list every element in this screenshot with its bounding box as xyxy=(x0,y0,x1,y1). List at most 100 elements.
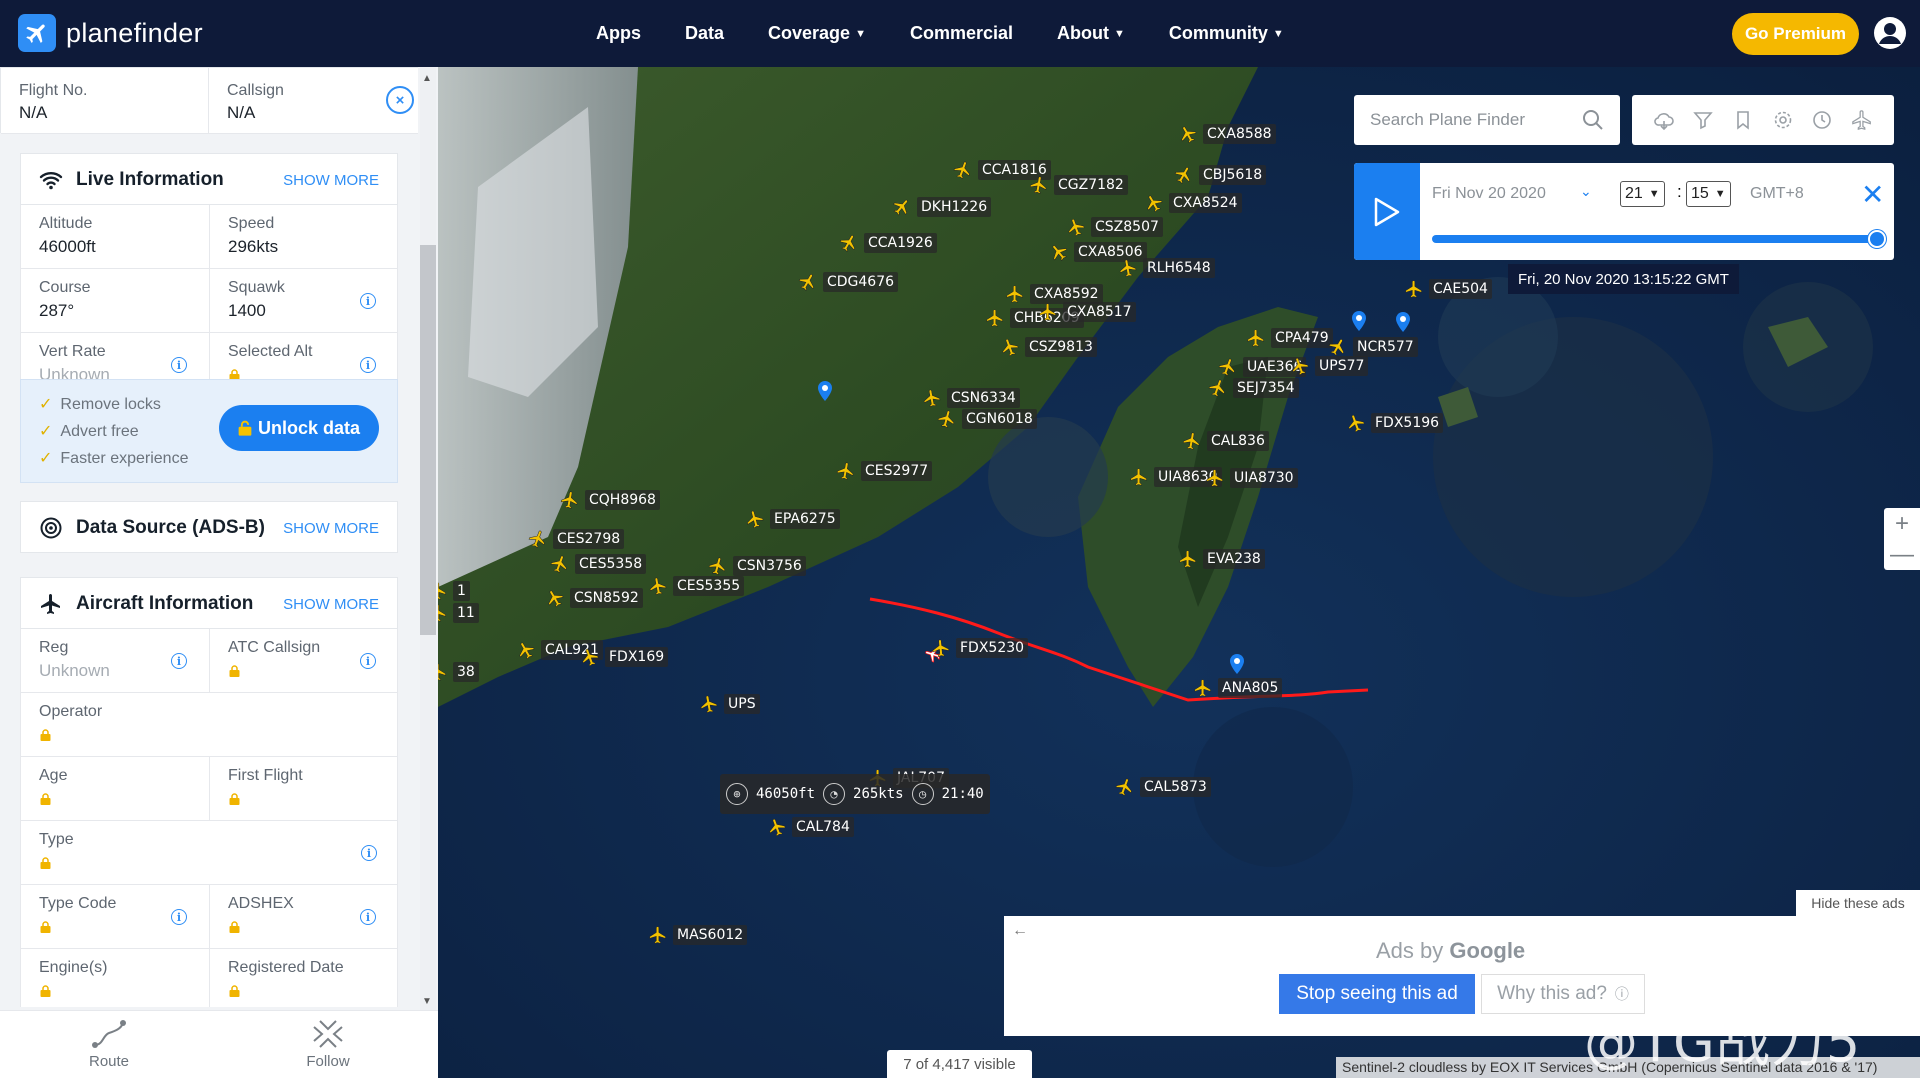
flight-marker[interactable]: CXA8588 xyxy=(1178,124,1276,144)
bookmark-icon[interactable] xyxy=(1732,109,1754,131)
flight-marker[interactable]: CPA479 xyxy=(1246,328,1333,348)
unlock-data-button[interactable]: Unlock data xyxy=(219,405,379,451)
user-account-icon[interactable] xyxy=(1873,16,1907,50)
live-information-show-more[interactable]: SHOW MORE xyxy=(283,172,379,189)
nav-commercial[interactable]: Commercial xyxy=(910,23,1013,44)
close-playback-icon[interactable]: ✕ xyxy=(1861,178,1884,211)
unlock-data-label: Unlock data xyxy=(257,417,361,438)
flight-marker[interactable]: RLH6548 xyxy=(1118,258,1215,278)
playback-slider-handle[interactable] xyxy=(1868,230,1886,248)
flight-marker[interactable]: ANA805 xyxy=(1193,678,1283,698)
info-icon[interactable]: i xyxy=(171,909,187,925)
flight-marker[interactable]: CSZ9813 xyxy=(1000,337,1097,357)
planefinder-logo[interactable]: planefinder xyxy=(18,14,203,52)
flight-marker[interactable]: CES5358 xyxy=(550,554,647,574)
flight-marker[interactable]: CGZ7182 xyxy=(1029,175,1128,195)
hide-ads-link[interactable]: Hide these ads xyxy=(1796,890,1920,916)
plane-icon xyxy=(1218,358,1235,377)
flight-marker[interactable]: UIA8730 xyxy=(1205,468,1298,488)
nav-community[interactable]: Community ▼ xyxy=(1169,23,1284,44)
flight-marker[interactable]: CES2798 xyxy=(528,529,625,549)
info-icon[interactable]: i xyxy=(171,653,187,669)
flight-marker[interactable]: CAE504 xyxy=(1404,279,1492,299)
info-icon[interactable]: i xyxy=(360,653,376,669)
hour-select[interactable]: 21 ▼ xyxy=(1620,181,1665,207)
flight-callsign: CGZ7182 xyxy=(1054,175,1128,195)
flight-marker[interactable]: 38 xyxy=(438,662,479,682)
play-button[interactable] xyxy=(1354,163,1420,260)
scroll-down-icon[interactable]: ▼ xyxy=(422,996,432,1007)
minute-select[interactable]: 15 ▼ xyxy=(1686,181,1731,207)
flight-marker[interactable]: FDX5230 xyxy=(931,638,1029,658)
filter-icon[interactable] xyxy=(1692,109,1714,131)
nav-apps[interactable]: Apps xyxy=(596,23,641,44)
flight-marker[interactable]: CGN6018 xyxy=(937,409,1037,429)
flight-marker[interactable]: MAS6012 xyxy=(648,925,748,945)
flight-marker[interactable]: CCA1926 xyxy=(839,233,937,253)
flight-marker[interactable]: CBJ5618 xyxy=(1174,165,1267,185)
sidebar-scrollbar-thumb[interactable] xyxy=(420,245,436,635)
back-arrow-icon[interactable]: ← xyxy=(1012,922,1028,940)
altitude-value: 46000ft xyxy=(39,237,96,256)
nav-coverage[interactable]: Coverage ▼ xyxy=(768,23,866,44)
flight-marker[interactable]: CAL784 xyxy=(767,817,854,837)
airport-pin-icon[interactable] xyxy=(818,381,832,401)
nav-about[interactable]: About ▼ xyxy=(1057,23,1125,44)
info-icon[interactable]: i xyxy=(171,357,187,373)
flight-marker[interactable]: EVA238 xyxy=(1178,549,1265,569)
flight-marker[interactable]: CES5355 xyxy=(648,576,745,596)
nav-data[interactable]: Data xyxy=(685,23,724,44)
flight-marker[interactable]: CAL5873 xyxy=(1115,777,1211,797)
flight-marker[interactable]: CXA8524 xyxy=(1144,193,1242,213)
airport-pin-icon[interactable] xyxy=(1352,311,1366,331)
flight-marker[interactable]: NCR577 xyxy=(1328,337,1418,357)
history-icon[interactable] xyxy=(1811,109,1833,131)
zoom-out-button[interactable]: — xyxy=(1884,539,1920,570)
route-button[interactable]: Route xyxy=(49,1017,169,1070)
info-icon[interactable]: i xyxy=(360,293,376,309)
flight-callsign: CXA8588 xyxy=(1203,124,1276,144)
flight-marker[interactable]: FDX5196 xyxy=(1346,413,1444,433)
chevron-down-icon[interactable]: ⌄ xyxy=(1580,183,1592,200)
flight-marker[interactable]: CES2977 xyxy=(836,461,933,481)
flight-marker[interactable]: DKH1226 xyxy=(892,197,992,217)
search-input[interactable] xyxy=(1370,95,1570,145)
search-icon[interactable] xyxy=(1582,109,1604,131)
ads-by-label: Ads by xyxy=(1376,938,1444,963)
stop-seeing-ad-button[interactable]: Stop seeing this ad xyxy=(1279,974,1475,1014)
info-icon[interactable]: i xyxy=(360,909,376,925)
flight-marker[interactable]: CSN6334 xyxy=(922,388,1020,408)
playback-slider[interactable] xyxy=(1432,235,1878,243)
flight-marker[interactable]: CXA8592 xyxy=(1005,284,1103,304)
flight-marker[interactable]: SEJ7354 xyxy=(1208,378,1299,398)
close-panel-button[interactable]: × xyxy=(386,86,414,114)
zoom-in-button[interactable]: + xyxy=(1884,508,1920,539)
playback-date[interactable]: Fri Nov 20 2020 xyxy=(1432,185,1546,203)
flight-marker[interactable]: UPS77 xyxy=(1290,356,1369,376)
gear-icon[interactable] xyxy=(1772,109,1794,131)
airport-pin-icon[interactable] xyxy=(1396,312,1410,332)
flight-marker[interactable]: UPS xyxy=(699,694,760,714)
flight-marker[interactable]: FDX169 xyxy=(580,647,669,667)
flight-marker[interactable]: CDG4676 xyxy=(798,272,899,292)
sidebar-content[interactable]: Flight No. N/A Callsign N/A × Live Infor… xyxy=(0,67,418,1007)
data-source-show-more[interactable]: SHOW MORE xyxy=(283,520,379,537)
cloud-icon[interactable] xyxy=(1653,109,1675,131)
flight-marker[interactable]: EPA6275 xyxy=(745,509,840,529)
flight-marker[interactable]: CSZ8507 xyxy=(1066,217,1163,237)
info-icon[interactable]: i xyxy=(361,845,377,861)
aircraft-information-show-more[interactable]: SHOW MORE xyxy=(283,596,379,613)
flight-marker[interactable]: CXA8517 xyxy=(1038,302,1136,322)
flight-marker[interactable]: CSN8592 xyxy=(545,588,643,608)
plane-settings-icon[interactable] xyxy=(1851,109,1873,131)
airport-pin-icon[interactable] xyxy=(1230,654,1244,674)
follow-button[interactable]: Follow xyxy=(268,1017,388,1070)
flight-marker[interactable]: CQH8968 xyxy=(560,490,660,510)
flight-marker[interactable]: 1 xyxy=(438,581,470,601)
flight-marker[interactable]: CAL836 xyxy=(1182,431,1269,451)
flight-marker[interactable]: CSN3756 xyxy=(708,556,806,576)
go-premium-button[interactable]: Go Premium xyxy=(1732,13,1859,55)
scroll-up-icon[interactable]: ▲ xyxy=(422,73,432,84)
info-icon[interactable]: i xyxy=(360,357,376,373)
flight-marker[interactable]: 11 xyxy=(438,603,479,623)
